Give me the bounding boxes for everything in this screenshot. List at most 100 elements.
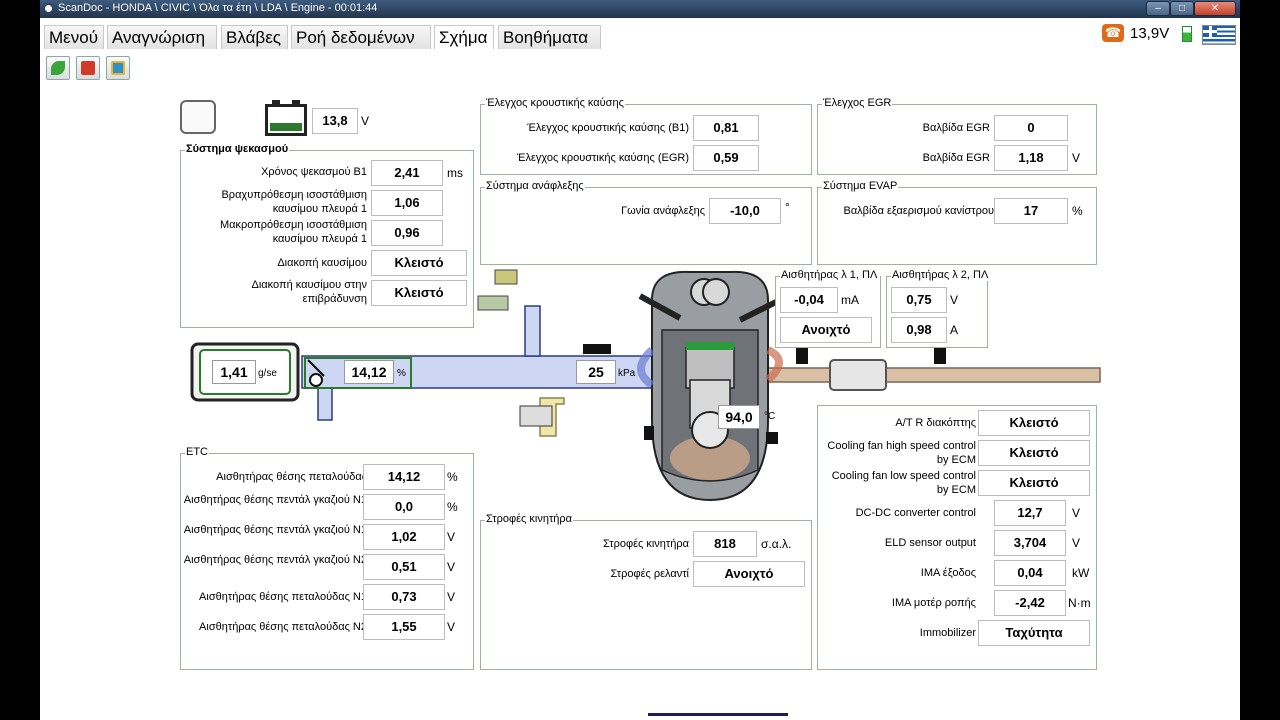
idle-air-pipe xyxy=(524,305,541,357)
injection-value: 0,96 xyxy=(371,220,443,246)
injection-unit: ms xyxy=(447,166,463,180)
misc-unit: V xyxy=(1072,536,1081,550)
throttle-value: 14,12 xyxy=(344,360,394,384)
lambda1-value: -0,04 xyxy=(780,287,838,313)
knock-label: Έλεγχος κρουστικής καύσης (EGR) xyxy=(516,152,689,164)
throttle-unit: % xyxy=(397,368,406,379)
ignition-panel: Σύστημα ανάφλεξης Γωνία ανάφλεξης -10,0 … xyxy=(480,180,812,265)
etc-label: Αισθητήρας θέσης πεντάλ γκαζιού N1 xyxy=(183,524,367,536)
etc-unit: V xyxy=(447,620,456,634)
rpm-value: 818 xyxy=(693,531,757,557)
misc-label: DC-DC converter control xyxy=(855,507,976,519)
misc-label: ELD sensor output xyxy=(884,537,976,549)
misc-label: A/T R διακόπτης xyxy=(895,417,976,429)
coolant-temp-unit: °C xyxy=(764,411,776,422)
airflow-value: 1,41 xyxy=(212,360,256,384)
catalytic-converter xyxy=(829,359,887,391)
etc-title: ETC xyxy=(185,446,209,458)
egr-panel: Έλεγχος EGR Βαλβίδα EGR 0 Βαλβίδα EGR 1,… xyxy=(817,97,1097,175)
map-sensor xyxy=(583,344,611,354)
etc-unit: V xyxy=(447,560,456,574)
injection-value: Κλειστό xyxy=(371,280,467,306)
misc-value: 0,04 xyxy=(994,560,1066,586)
lambda1-panel: Αισθητήρας λ 1, ΠΛ -0,04 mA Ανοιχτό xyxy=(775,269,881,348)
battery-voltage-unit: V xyxy=(361,114,370,128)
idle-valve xyxy=(494,269,518,285)
misc-label: IMA μοτέρ ροπής xyxy=(891,597,976,609)
misc-unit: N·m xyxy=(1068,596,1091,610)
injection-label: Χρόνος ψεκασμού Β1 xyxy=(261,166,367,178)
etc-value: 0,51 xyxy=(363,554,445,580)
ignition-unit: ° xyxy=(785,200,790,214)
misc-panel: A/T R διακόπτης Κλειστό Cooling fan high… xyxy=(817,405,1097,670)
injection-value: 2,41 xyxy=(371,160,443,186)
etc-unit: % xyxy=(447,500,458,514)
etc-panel: ETC Αισθητήρας θέσης πεταλούδας 14,12 % … xyxy=(180,446,474,670)
egr-value: 1,18 xyxy=(994,145,1068,171)
injection-label: Μακροπρόθεσμη ισοστάθμιση καυσίμου πλευρ… xyxy=(219,219,367,245)
misc-label: IMA έξοδος xyxy=(920,567,976,579)
etc-unit: V xyxy=(447,590,456,604)
evap-label: Βαλβίδα εξαερισμού κανίστρου xyxy=(843,205,994,217)
evap-value: 17 xyxy=(994,198,1068,224)
egr-title: Έλεγχος EGR xyxy=(822,97,893,109)
throttle-bypass-pipe xyxy=(317,387,333,421)
ignition-title: Σύστημα ανάφλεξης xyxy=(485,180,585,192)
etc-label: Αισθητήρας θέσης πεντάλ γκαζιού N2 xyxy=(183,554,367,566)
etc-value: 1,55 xyxy=(363,614,445,640)
taskbar-indicator xyxy=(648,713,788,716)
etc-unit: % xyxy=(447,470,458,484)
knock-value: 0,81 xyxy=(693,115,759,141)
ignition-value: -10,0 xyxy=(709,198,781,224)
rpm-unit: σ.α.λ. xyxy=(761,537,792,551)
etc-label: Αισθητήρας θέσης πεντάλ γκαζιού N1 xyxy=(183,494,367,506)
check-engine-icon xyxy=(180,100,216,134)
knock-label: Έλεγχος κρουστικής καύσης (B1) xyxy=(527,122,689,134)
lambda2-value: 0,98 xyxy=(891,317,947,343)
map-unit: kPa xyxy=(618,368,636,379)
egr-label: Βαλβίδα EGR xyxy=(922,152,990,164)
etc-label: Αισθητήρας θέσης πεταλούδας N1 xyxy=(199,591,367,603)
injection-value: 1,06 xyxy=(371,190,443,216)
lambda2-panel: Αισθητήρας λ 2, ΠΛ 0,75 V 0,98 A xyxy=(886,269,989,348)
injection-label: Βραχυπρόθεσμη ισοστάθμιση καυσίμου πλευρ… xyxy=(221,189,367,215)
egr-unit: V xyxy=(1072,151,1081,165)
misc-value: Κλειστό xyxy=(978,470,1090,496)
exhaust-pipe xyxy=(759,367,1101,383)
misc-value: -2,42 xyxy=(994,590,1066,616)
lambda1-title: Αισθητήρας λ 1, ΠΛ xyxy=(780,269,880,281)
etc-value: 0,73 xyxy=(363,584,445,610)
lambda1-unit: mA xyxy=(841,293,859,307)
lambda2-sensor xyxy=(934,348,946,364)
injection-value: Κλειστό xyxy=(371,250,467,276)
evap-unit: % xyxy=(1072,204,1083,218)
engine-block xyxy=(637,270,783,502)
misc-unit: kW xyxy=(1072,566,1090,580)
injection-label: Διακοπή καυσίμου στην επιβράδυνση xyxy=(251,279,368,305)
evap-panel: Σύστημα EVAP Βαλβίδα εξαερισμού κανίστρο… xyxy=(817,180,1097,265)
misc-value: Κλειστό xyxy=(978,440,1090,466)
rpm-panel: Στροφές κινητήρα Στροφές κινητήρα 818 σ.… xyxy=(480,513,812,670)
etc-value: 0,0 xyxy=(363,494,445,520)
scandoc-window: ScanDoc - HONDA \ CIVIC \ Όλα τα έτη \ L… xyxy=(40,0,1240,720)
misc-label: Immobilizer xyxy=(919,627,976,639)
rpm-label: Στροφές κινητήρα xyxy=(602,538,689,550)
etc-label: Αισθητήρας θέσης πεταλούδας xyxy=(216,471,367,483)
misc-unit: V xyxy=(1072,506,1081,520)
knock-value: 0,59 xyxy=(693,145,759,171)
lambda1-state: Ανοιχτό xyxy=(780,317,872,343)
injection-panel: Σύστημα ψεκασμού Χρόνος ψεκασμού Β1 2,41… xyxy=(180,143,474,328)
ignition-label: Γωνία ανάφλεξης xyxy=(621,205,705,217)
lambda2-title: Αισθητήρας λ 2, ΠΛ xyxy=(891,269,989,281)
misc-value: Κλειστό xyxy=(978,410,1090,436)
purge-valve xyxy=(519,405,553,427)
egr-label: Βαλβίδα EGR xyxy=(922,122,990,134)
injection-label: Διακοπή καυσίμου xyxy=(277,257,367,269)
lambda2-unit: A xyxy=(950,323,959,337)
misc-value: 12,7 xyxy=(994,500,1066,526)
battery-symbol-icon xyxy=(265,100,307,136)
coolant-temp-value: 94,0 xyxy=(718,405,760,429)
misc-label: Cooling fan low speed control by ECM xyxy=(831,470,976,496)
rpm-title: Στροφές κινητήρα xyxy=(485,513,574,525)
battery-voltage-value: 13,8 xyxy=(312,108,358,134)
